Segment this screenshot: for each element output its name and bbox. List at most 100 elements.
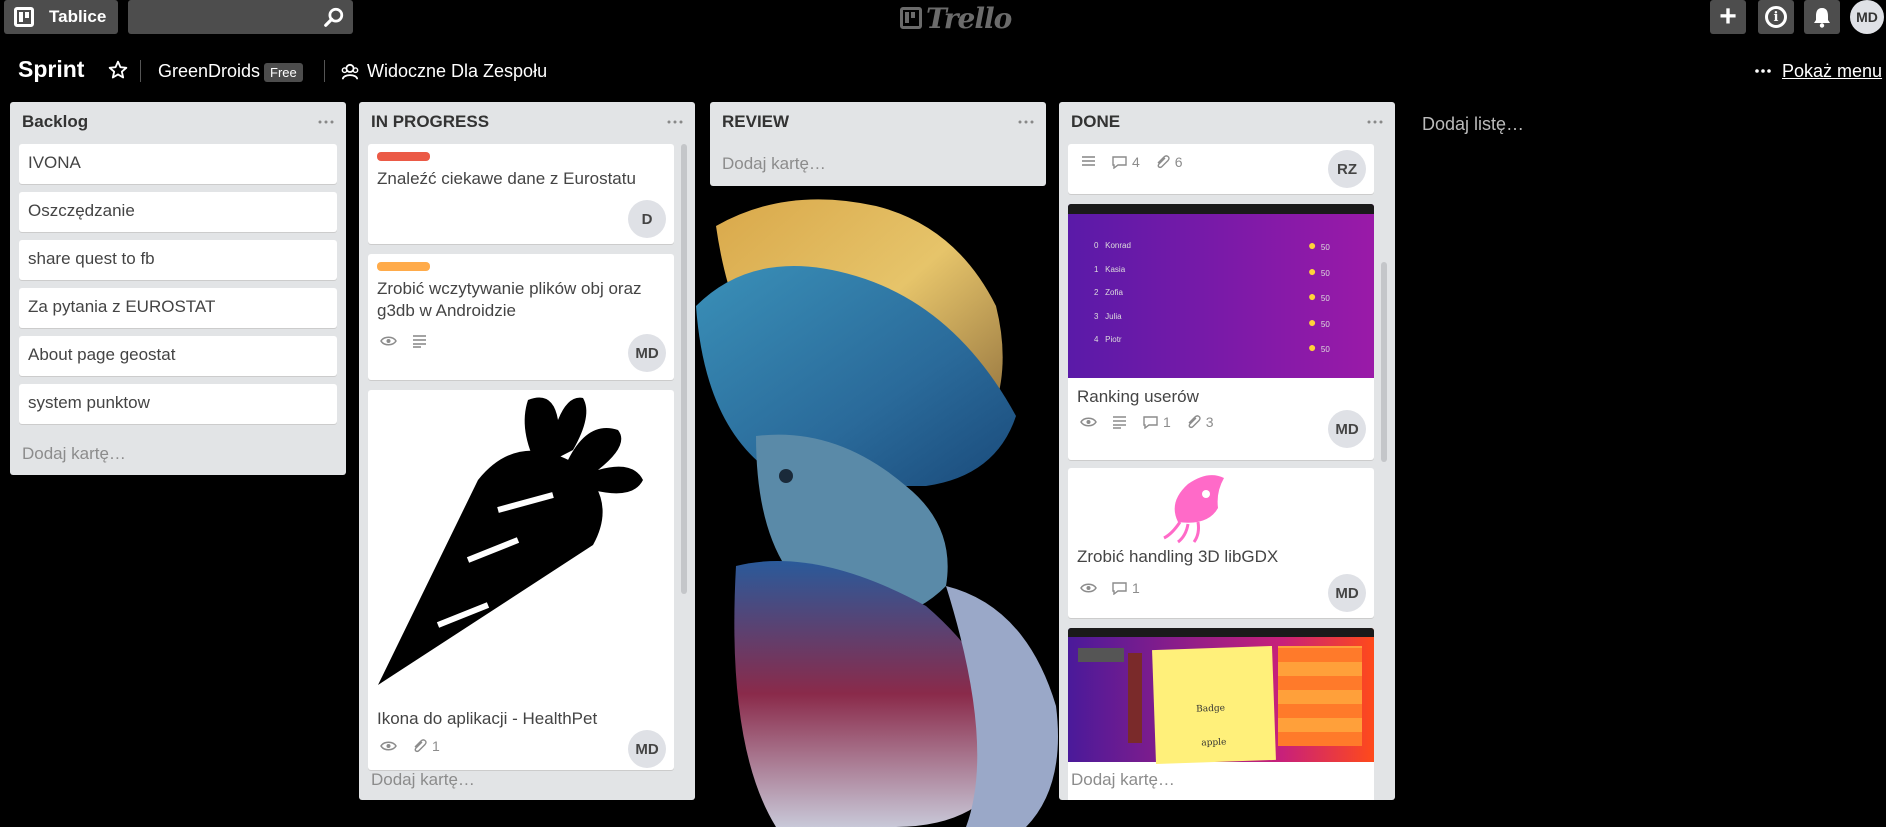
comments-badge: 1 — [1111, 580, 1140, 596]
paperclip-icon — [1188, 415, 1201, 429]
add-list-button[interactable]: Dodaj listę… — [1422, 114, 1524, 135]
jellyfish-cover-image — [1163, 475, 1224, 544]
bulb-icon: ● — [1308, 237, 1317, 253]
card-member-avatar[interactable]: RZ — [1328, 150, 1366, 188]
search-icon[interactable] — [323, 6, 345, 28]
add-button[interactable]: + — [1710, 0, 1746, 34]
ranking-row: 4 Piotr — [1094, 335, 1122, 344]
paperclip-icon — [1157, 155, 1170, 169]
bulb-icon: ● — [1308, 288, 1317, 304]
list-scrollbar[interactable] — [1381, 262, 1387, 462]
badges-screenshot-cover: Badge apple — [1068, 628, 1374, 765]
carrot-cover-image — [378, 397, 643, 685]
board-title[interactable]: Sprint — [18, 56, 84, 83]
description-icon — [1111, 415, 1128, 429]
info-button[interactable]: i — [1758, 0, 1794, 34]
list-card[interactable]: Zrobić handling 3D libGDX 1 MD — [1068, 468, 1374, 618]
watch-icon — [1080, 415, 1097, 429]
list-backlog: Backlog IVONA Oszczędzanie share quest t… — [10, 102, 346, 475]
list-review: REVIEW Dodaj kartę… — [710, 102, 1046, 186]
list-card[interactable]: Oszczędzanie — [19, 192, 337, 232]
list-card[interactable]: Ikona do aplikacji - HealthPet 1 MD — [368, 390, 674, 770]
comment-icon — [1112, 582, 1127, 595]
divider — [140, 60, 141, 82]
visibility-button[interactable]: Widoczne Dla Zespołu — [367, 61, 547, 82]
board-header: Sprint GreenDroids Free Widoczne Dla Zes… — [0, 50, 1886, 92]
card-member-avatar[interactable]: D — [628, 200, 666, 238]
plan-badge: Free — [264, 63, 303, 82]
user-avatar[interactable]: MD — [1850, 0, 1884, 34]
add-card-button[interactable]: Dodaj kartę… — [371, 770, 475, 790]
star-icon[interactable] — [108, 60, 128, 80]
attachment-badge: 1 — [411, 738, 440, 754]
description-icon — [411, 334, 428, 348]
description-icon — [1080, 155, 1097, 169]
attachment-badge: 6 — [1154, 154, 1183, 170]
ranking-scores: ● 50 ● 50 ● 50 ● 50 ● 50 — [1308, 237, 1330, 355]
card-member-avatar[interactable]: MD — [628, 334, 666, 372]
list-card[interactable]: About page geostat — [19, 336, 337, 376]
list-title[interactable]: IN PROGRESS — [371, 112, 489, 132]
watch-icon — [1080, 581, 1097, 595]
paperclip-icon — [414, 739, 427, 753]
show-menu-link[interactable]: Pokaż menu — [1782, 61, 1882, 82]
comments-badge: 1 — [1142, 414, 1171, 430]
list-card[interactable]: Zrobić wczytywanie plików obj oraz g3db … — [368, 254, 674, 380]
team-name[interactable]: GreenDroids — [158, 61, 260, 82]
list-menu-icon[interactable] — [1018, 120, 1034, 124]
badge-grid — [1278, 646, 1362, 746]
info-icon: i — [1765, 6, 1787, 28]
list-title[interactable]: REVIEW — [722, 112, 789, 132]
ranking-rows: 0 Konrad 1 Kasia 2 Zofia 3 Julia 4 Piotr — [1094, 234, 1131, 352]
ranking-screenshot-cover: 0 Konrad 1 Kasia 2 Zofia 3 Julia 4 Piotr… — [1068, 204, 1374, 378]
comments-badge: 4 — [1111, 154, 1140, 170]
ranking-row: 2 Zofia — [1094, 288, 1123, 297]
search-input[interactable] — [128, 0, 353, 34]
list-card[interactable]: 0 Konrad 1 Kasia 2 Zofia 3 Julia 4 Piotr… — [1068, 204, 1374, 460]
more-dots-icon[interactable] — [1755, 68, 1771, 74]
bell-icon — [1814, 8, 1830, 28]
list-title[interactable]: Backlog — [22, 112, 88, 132]
boards-label: Tablice — [49, 7, 107, 26]
plus-icon: + — [1719, 0, 1737, 33]
card-badges — [380, 334, 428, 348]
phone-status-bar — [1068, 628, 1374, 637]
list-done: DONE 4 6 RZ 0 Konrad 1 Kasia 2 Zofia 3 J… — [1059, 102, 1395, 800]
list-menu-icon[interactable] — [318, 120, 334, 124]
board-background-fish-image — [696, 199, 1058, 827]
card-member-avatar[interactable]: MD — [1328, 410, 1366, 448]
badge-note: Badge apple — [1152, 645, 1276, 765]
card-label-red[interactable] — [377, 152, 430, 161]
list-card[interactable]: 4 6 RZ — [1068, 144, 1374, 194]
list-title[interactable]: DONE — [1071, 112, 1120, 132]
bulb-icon: ● — [1308, 262, 1317, 279]
list-scrollbar[interactable] — [681, 144, 687, 594]
list-card[interactable]: Znaleźć ciekawe dane z Eurostatu D — [368, 144, 674, 244]
add-card-button[interactable]: Dodaj kartę… — [22, 444, 126, 464]
watch-icon — [380, 334, 397, 348]
boards-button[interactable]: Tablice — [4, 0, 118, 34]
add-card-button[interactable]: Dodaj kartę… — [1071, 770, 1175, 790]
comment-icon — [1143, 416, 1158, 429]
card-badges: 1 — [1080, 580, 1140, 596]
team-visibility-icon — [341, 63, 359, 80]
card-badges: 1 — [380, 738, 440, 754]
ranking-row: 3 Julia — [1094, 311, 1122, 321]
notifications-button[interactable] — [1804, 0, 1840, 34]
list-card[interactable]: system punktow — [19, 384, 337, 424]
comment-icon — [1112, 156, 1127, 169]
add-card-button[interactable]: Dodaj kartę… — [722, 154, 826, 174]
phone-status-bar — [1068, 204, 1374, 214]
watch-icon — [380, 739, 397, 753]
list-menu-icon[interactable] — [1367, 120, 1383, 124]
boards-icon — [14, 7, 34, 27]
list-menu-icon[interactable] — [667, 120, 683, 124]
trello-logo-icon — [900, 7, 922, 29]
card-member-avatar[interactable]: MD — [1328, 574, 1366, 612]
list-card[interactable]: IVONA — [19, 144, 337, 184]
list-card[interactable]: share quest to fb — [19, 240, 337, 280]
card-member-avatar[interactable]: MD — [628, 730, 666, 768]
list-card[interactable]: Za pytania z EUROSTAT — [19, 288, 337, 328]
card-label-orange[interactable] — [377, 262, 430, 271]
trello-logo[interactable]: Trello — [900, 2, 1012, 35]
